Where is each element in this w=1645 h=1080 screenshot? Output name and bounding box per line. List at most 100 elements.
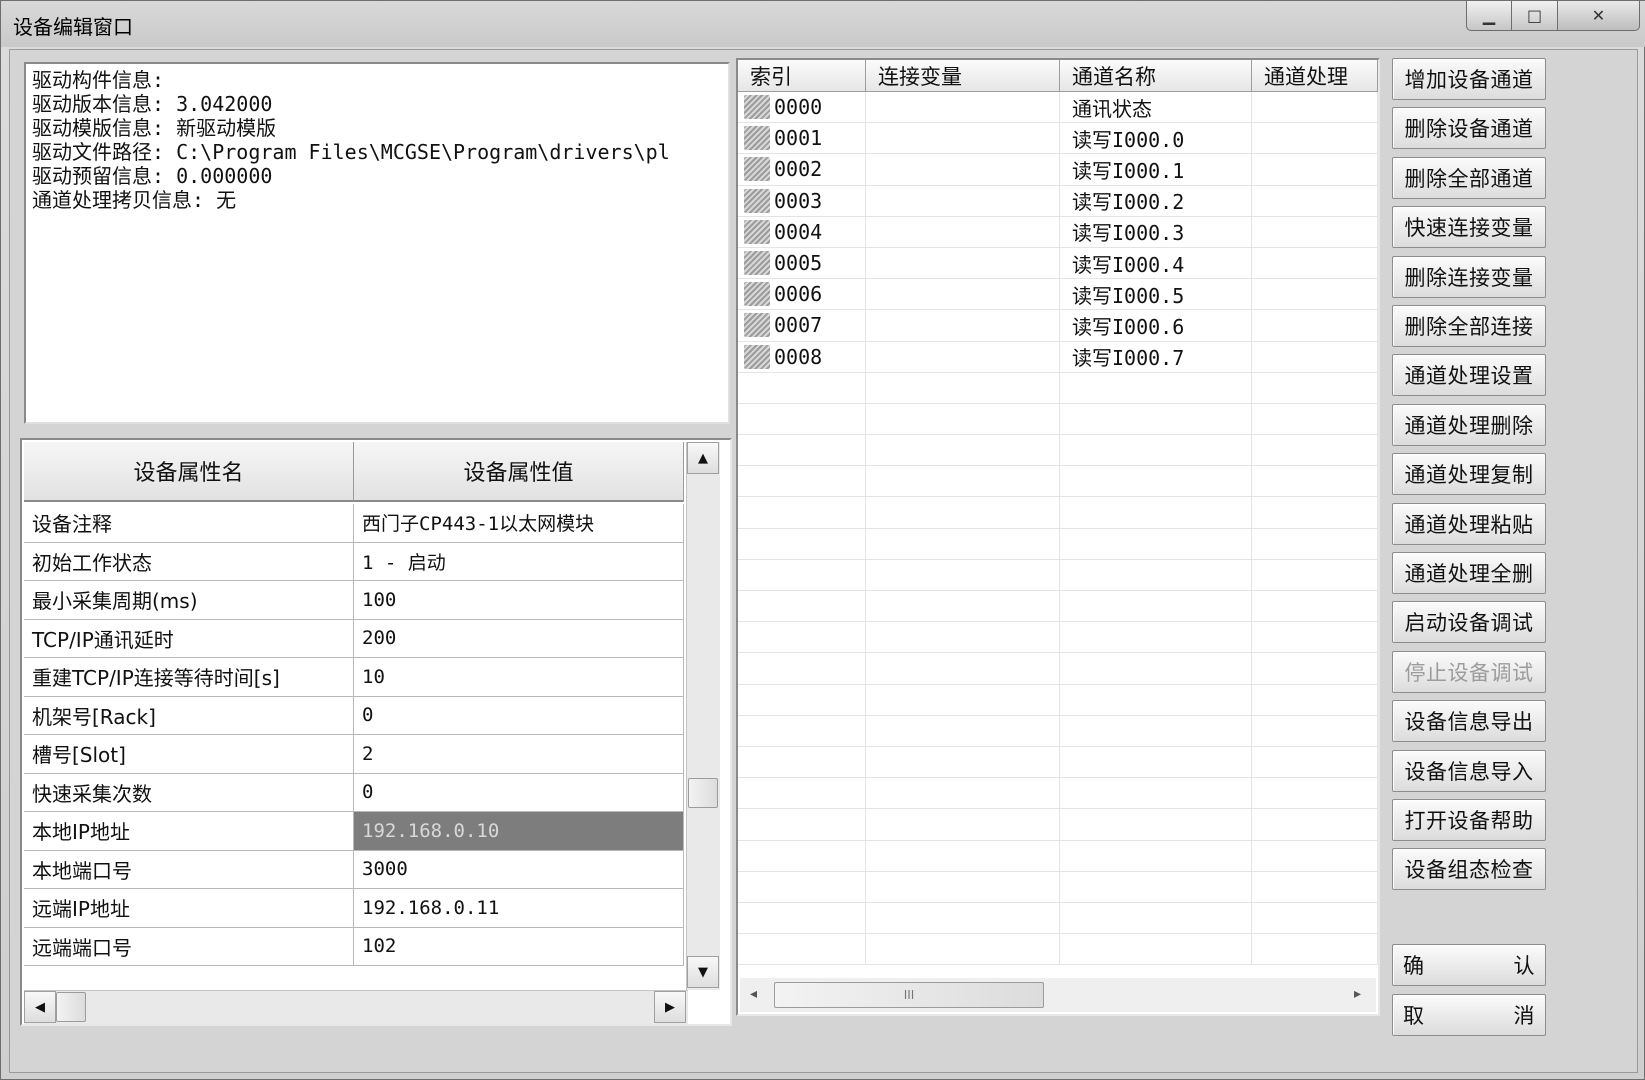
import-device-info-button[interactable]: 设备信息导入 bbox=[1392, 749, 1546, 792]
property-value-cell[interactable]: 3000 bbox=[354, 850, 684, 888]
empty-channel-row[interactable] bbox=[738, 934, 1378, 966]
channel-row[interactable]: 0004 读写I000.3 bbox=[738, 216, 1378, 248]
channel-row[interactable]: 0005 读写I000.4 bbox=[738, 247, 1378, 280]
column-header-index[interactable]: 索引 bbox=[738, 60, 866, 92]
property-value-cell[interactable]: 192.168.0.10 bbox=[354, 812, 684, 850]
channel-process-paste-button[interactable]: 通道处理粘贴 bbox=[1392, 502, 1546, 545]
empty-channel-row[interactable] bbox=[738, 559, 1378, 591]
property-row[interactable]: 最小采集周期(ms) 100 bbox=[24, 581, 684, 620]
property-row[interactable]: 远端端口号 102 bbox=[24, 927, 684, 966]
driver-info-textbox[interactable]: 驱动构件信息: 驱动版本信息: 3.042000 驱动模版信息: 新驱动模版 驱… bbox=[24, 62, 730, 424]
cancel-button[interactable]: 取 消 bbox=[1392, 994, 1546, 1036]
property-horizontal-scrollbar[interactable]: ◀ ▶ bbox=[24, 990, 688, 1024]
column-header-channel-process[interactable]: 通道处理 bbox=[1252, 60, 1378, 92]
stop-device-debug-button[interactable]: 停止设备调试 bbox=[1392, 650, 1546, 693]
column-header-connected-variable[interactable]: 连接变量 bbox=[866, 60, 1060, 92]
client-area: 驱动构件信息: 驱动版本信息: 3.042000 驱动模版信息: 新驱动模版 驱… bbox=[9, 49, 1638, 1073]
scroll-left-icon[interactable]: ◂ bbox=[750, 986, 757, 1002]
minimize-button[interactable]: ▁ bbox=[1466, 1, 1512, 31]
column-header-property-name[interactable]: 设备属性名 bbox=[24, 442, 354, 502]
empty-channel-row[interactable] bbox=[738, 715, 1378, 747]
start-device-debug-button[interactable]: 启动设备调试 bbox=[1392, 601, 1546, 644]
empty-channel-row[interactable] bbox=[738, 622, 1378, 654]
title-bar[interactable]: 设备编辑窗口 ▁ □ ✕ bbox=[1, 1, 1645, 47]
property-row[interactable]: TCP/IP通讯延时 200 bbox=[24, 619, 684, 658]
open-device-help-button[interactable]: 打开设备帮助 bbox=[1392, 799, 1546, 841]
scroll-thumb[interactable] bbox=[56, 992, 86, 1022]
empty-channel-row[interactable] bbox=[738, 435, 1378, 467]
delete-connected-variable-button[interactable]: 删除连接变量 bbox=[1392, 255, 1546, 298]
channel-process-copy-button[interactable]: 通道处理复制 bbox=[1392, 453, 1546, 496]
channel-row[interactable]: 0003 读写I000.2 bbox=[738, 185, 1378, 217]
property-value-cell[interactable]: 1 - 启动 bbox=[354, 542, 684, 580]
property-vertical-scrollbar[interactable]: ▲ ▼ bbox=[686, 442, 720, 990]
delete-all-channels-button[interactable]: 删除全部通道 bbox=[1392, 156, 1546, 199]
channel-process-delete-button[interactable]: 通道处理删除 bbox=[1392, 403, 1546, 446]
channel-row[interactable]: 0007 读写I000.6 bbox=[738, 310, 1378, 342]
property-value-cell[interactable]: 0 bbox=[354, 696, 684, 734]
scroll-left-button[interactable]: ◀ bbox=[24, 991, 56, 1023]
channel-process-cell bbox=[1252, 466, 1378, 497]
channel-row[interactable]: 0006 读写I000.5 bbox=[738, 279, 1378, 311]
scroll-thumb[interactable]: III bbox=[774, 982, 1044, 1008]
channel-process-delete-all-button[interactable]: 通道处理全删 bbox=[1392, 552, 1546, 594]
delete-channel-button[interactable]: 删除设备通道 bbox=[1392, 107, 1546, 150]
channel-icon bbox=[744, 157, 770, 182]
empty-channel-row[interactable] bbox=[738, 902, 1378, 935]
scroll-up-button[interactable]: ▲ bbox=[687, 442, 719, 474]
property-row[interactable]: 机架号[Rack] 0 bbox=[24, 696, 684, 735]
confirm-button[interactable]: 确 认 bbox=[1392, 944, 1546, 986]
add-channel-button[interactable]: 增加设备通道 bbox=[1392, 58, 1546, 100]
empty-channel-row[interactable] bbox=[738, 778, 1378, 810]
channel-row[interactable]: 0008 读写I000.7 bbox=[738, 341, 1378, 373]
property-row[interactable]: 设备注释 西门子CP443-1以太网模块 bbox=[24, 504, 684, 543]
empty-channel-row[interactable] bbox=[738, 653, 1378, 685]
empty-channel-row[interactable] bbox=[738, 466, 1378, 498]
column-header-property-value[interactable]: 设备属性值 bbox=[354, 442, 684, 502]
property-row[interactable]: 槽号[Slot] 2 bbox=[24, 735, 684, 774]
channel-horizontal-scrollbar[interactable]: ◂ III ▸ bbox=[740, 978, 1376, 1012]
property-value-cell[interactable]: 100 bbox=[354, 581, 684, 619]
empty-channel-row[interactable] bbox=[738, 591, 1378, 623]
property-row[interactable]: 远端IP地址 192.168.0.11 bbox=[24, 889, 684, 928]
close-button[interactable]: ✕ bbox=[1558, 1, 1640, 31]
property-value-cell[interactable]: 10 bbox=[354, 658, 684, 696]
quick-connect-variable-button[interactable]: 快速连接变量 bbox=[1392, 206, 1546, 249]
empty-channel-row[interactable] bbox=[738, 497, 1378, 529]
property-value-cell[interactable]: 2 bbox=[354, 735, 684, 773]
maximize-button[interactable]: □ bbox=[1512, 1, 1558, 31]
property-row[interactable]: 本地端口号 3000 bbox=[24, 850, 684, 889]
property-value-cell[interactable]: 200 bbox=[354, 619, 684, 657]
property-value-cell[interactable]: 西门子CP443-1以太网模块 bbox=[354, 504, 684, 542]
property-row[interactable]: 快速采集次数 0 bbox=[24, 773, 684, 812]
property-name-cell: 快速采集次数 bbox=[24, 773, 354, 811]
channel-row[interactable]: 0001 读写I000.0 bbox=[738, 123, 1378, 155]
empty-channel-row[interactable] bbox=[738, 809, 1378, 841]
scroll-right-icon[interactable]: ▸ bbox=[1354, 986, 1361, 1002]
channel-row[interactable]: 0000 通讯状态 bbox=[738, 92, 1378, 124]
empty-channel-row[interactable] bbox=[738, 372, 1378, 404]
property-value-cell[interactable]: 192.168.0.11 bbox=[354, 889, 684, 927]
empty-channel-row[interactable] bbox=[738, 840, 1378, 872]
empty-channel-row[interactable] bbox=[738, 746, 1378, 779]
property-row[interactable]: 本地IP地址 192.168.0.10 bbox=[24, 812, 684, 851]
empty-channel-row[interactable] bbox=[738, 871, 1378, 903]
property-value-cell[interactable]: 0 bbox=[354, 773, 684, 811]
property-row[interactable]: 重建TCP/IP连接等待时间[s] 10 bbox=[24, 658, 684, 697]
empty-channel-row[interactable] bbox=[738, 528, 1378, 560]
property-value-cell[interactable]: 102 bbox=[354, 927, 684, 965]
scroll-right-button[interactable]: ▶ bbox=[654, 991, 686, 1023]
empty-channel-row[interactable] bbox=[738, 684, 1378, 716]
empty-channel-row[interactable] bbox=[738, 403, 1378, 436]
column-header-channel-name[interactable]: 通道名称 bbox=[1060, 60, 1252, 92]
scroll-down-button[interactable]: ▼ bbox=[687, 956, 719, 988]
property-row[interactable]: 初始工作状态 1 - 启动 bbox=[24, 542, 684, 581]
device-config-check-button[interactable]: 设备组态检查 bbox=[1392, 848, 1546, 891]
channel-process-settings-button[interactable]: 通道处理设置 bbox=[1392, 354, 1546, 397]
scroll-thumb[interactable] bbox=[688, 778, 718, 808]
channel-row[interactable]: 0002 读写I000.1 bbox=[738, 154, 1378, 186]
channel-index-cell: 0005 bbox=[738, 247, 866, 279]
delete-all-connections-button[interactable]: 删除全部连接 bbox=[1392, 305, 1546, 347]
channel-process-cell bbox=[1252, 902, 1378, 934]
export-device-info-button[interactable]: 设备信息导出 bbox=[1392, 700, 1546, 743]
